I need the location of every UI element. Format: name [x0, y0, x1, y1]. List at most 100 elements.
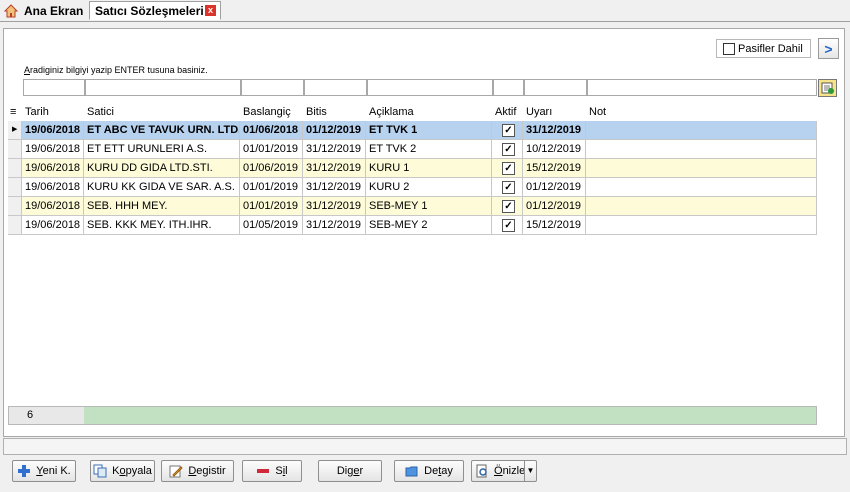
cell-satici[interactable]: ET ETT URUNLERI A.S. [84, 140, 240, 159]
close-tab-icon[interactable]: x [205, 5, 216, 16]
cell-uyari[interactable]: 15/12/2019 [523, 216, 586, 235]
column-chooser-icon[interactable]: ≡ [8, 104, 22, 121]
cell-satici[interactable]: SEB. KKK MEY. ITH.IHR. [84, 216, 240, 235]
table-row[interactable]: 19/06/2018 KURU DD GIDA LTD.STI. 01/06/201… [8, 159, 817, 178]
aktif-checkbox-cell[interactable]: ✓ [492, 197, 523, 216]
cell-satici[interactable]: ET ABC VE TAVUK URN. LTD.ŞTİ [84, 121, 240, 140]
column-header-satici[interactable]: Satici [84, 104, 240, 121]
cell-bitis[interactable]: 31/12/2019 [303, 159, 366, 178]
cell-tarih[interactable]: 19/06/2018 [22, 159, 84, 178]
button-label-pre: Dig [336, 465, 354, 477]
cell-tarih[interactable]: 19/06/2018 [22, 140, 84, 159]
cell-bitis[interactable]: 31/12/2019 [303, 140, 366, 159]
row-indicator[interactable] [8, 216, 22, 235]
cell-not[interactable] [586, 121, 817, 140]
filter-baslangic-input[interactable] [241, 79, 304, 96]
cell-not[interactable] [586, 159, 817, 178]
checkbox-box[interactable] [723, 42, 735, 55]
aktif-checkbox-cell[interactable]: ✓ [492, 140, 523, 159]
checkmark-icon[interactable]: ✓ [502, 200, 515, 213]
cell-tarih[interactable]: 19/06/2018 [22, 121, 84, 140]
row-indicator[interactable] [8, 140, 22, 159]
column-header-aktif[interactable]: Aktif [492, 104, 523, 121]
aktif-checkbox-cell[interactable]: ✓ [492, 216, 523, 235]
cell-tarih[interactable]: 19/06/2018 [22, 197, 84, 216]
cell-tarih[interactable]: 19/06/2018 [22, 178, 84, 197]
degistir-button[interactable]: Degistir [161, 460, 234, 482]
column-header-bitis[interactable]: Bitis [303, 104, 366, 121]
row-indicator[interactable] [8, 197, 22, 216]
checkmark-icon[interactable]: ✓ [502, 124, 515, 137]
cell-baslangic[interactable]: 01/01/2019 [240, 140, 303, 159]
cell-aciklama[interactable]: KURU 2 [366, 178, 492, 197]
cell-aciklama[interactable]: ET TVK 1 [366, 121, 492, 140]
cell-baslangic[interactable]: 01/05/2019 [240, 216, 303, 235]
row-indicator[interactable] [8, 178, 22, 197]
cell-bitis[interactable]: 01/12/2019 [303, 121, 366, 140]
cell-not[interactable] [586, 140, 817, 159]
cell-satici[interactable]: SEB. HHH MEY. [84, 197, 240, 216]
aktif-checkbox-cell[interactable]: ✓ [492, 121, 523, 140]
dropdown-arrow-icon[interactable]: ▼ [524, 461, 536, 481]
row-indicator[interactable]: ▶ [8, 121, 22, 140]
column-header-tarih[interactable]: Tarih [22, 104, 84, 121]
cell-bitis[interactable]: 31/12/2019 [303, 197, 366, 216]
table-row[interactable]: 19/06/2018 ET ETT URUNLERI A.S. 01/01/2019… [8, 140, 817, 159]
checkmark-icon[interactable]: ✓ [502, 181, 515, 194]
cell-baslangic[interactable]: 01/06/2018 [240, 121, 303, 140]
cell-uyari[interactable]: 01/12/2019 [523, 178, 586, 197]
detay-button[interactable]: Detay [394, 460, 464, 482]
cell-uyari[interactable]: 10/12/2019 [523, 140, 586, 159]
yeni-button[interactable]: Yeni K. [12, 460, 76, 482]
sil-button[interactable]: Sil [242, 460, 302, 482]
cell-satici[interactable]: KURU KK GIDA VE SAR. A.S. [84, 178, 240, 197]
column-header-baslangic[interactable]: Baslangiç [240, 104, 303, 121]
filter-apply-button[interactable] [818, 79, 837, 97]
row-indicator[interactable] [8, 159, 22, 178]
column-header-aciklama[interactable]: Açiklama [366, 104, 492, 121]
cell-aciklama[interactable]: SEB-MEY 1 [366, 197, 492, 216]
cell-aciklama[interactable]: KURU 1 [366, 159, 492, 178]
kopyala-button[interactable]: Kopyala [90, 460, 155, 482]
cell-uyari[interactable]: 31/12/2019 [523, 121, 586, 140]
next-button[interactable]: > [818, 38, 839, 59]
cell-uyari[interactable]: 01/12/2019 [523, 197, 586, 216]
filter-tarih-input[interactable] [23, 79, 85, 96]
filter-uyari-input[interactable] [524, 79, 587, 96]
cell-uyari[interactable]: 15/12/2019 [523, 159, 586, 178]
checkmark-icon[interactable]: ✓ [502, 143, 515, 156]
aktif-checkbox-cell[interactable]: ✓ [492, 178, 523, 197]
diger-button[interactable]: Diger [318, 460, 382, 482]
cell-satici[interactable]: KURU DD GIDA LTD.STI. [84, 159, 240, 178]
cell-bitis[interactable]: 31/12/2019 [303, 178, 366, 197]
cell-not[interactable] [586, 197, 817, 216]
table-row[interactable]: ▶19/06/2018ET ABC VE TAVUK URN. LTD.ŞTİ0… [8, 121, 817, 140]
checkmark-icon[interactable]: ✓ [502, 219, 515, 232]
filter-aciklama-input[interactable] [367, 79, 493, 96]
cell-baslangic[interactable]: 01/01/2019 [240, 178, 303, 197]
filter-aktif-input[interactable] [493, 79, 524, 96]
tab-satici-sozlesmeleri[interactable]: Satıcı Sözleşmeleri x [89, 1, 221, 20]
filter-bitis-input[interactable] [304, 79, 367, 96]
filter-not-input[interactable] [587, 79, 817, 96]
filter-satici-input[interactable] [85, 79, 241, 96]
cell-not[interactable] [586, 216, 817, 235]
column-header-not[interactable]: Not [586, 104, 817, 121]
cell-not[interactable] [586, 178, 817, 197]
pasifler-dahil-checkbox[interactable]: Pasifler Dahil [716, 39, 811, 58]
table-row[interactable]: 19/06/2018 SEB. KKK MEY. ITH.IHR. 01/05/20… [8, 216, 817, 235]
cell-aciklama[interactable]: ET TVK 2 [366, 140, 492, 159]
button-label-rest: eni K. [42, 465, 71, 477]
checkmark-icon[interactable]: ✓ [502, 162, 515, 175]
cell-baslangic[interactable]: 01/01/2019 [240, 197, 303, 216]
table-row[interactable]: 19/06/2018 SEB. HHH MEY. 01/01/2019 31/12/2… [8, 197, 817, 216]
aktif-checkbox-cell[interactable]: ✓ [492, 159, 523, 178]
cell-tarih[interactable]: 19/06/2018 [22, 216, 84, 235]
onizle-button[interactable]: Önizle ▼ [471, 460, 537, 482]
cell-bitis[interactable]: 31/12/2019 [303, 216, 366, 235]
column-header-uyari[interactable]: Uyarı [523, 104, 586, 121]
table-row[interactable]: 19/06/2018 KURU KK GIDA VE SAR. A.S. 01/01… [8, 178, 817, 197]
tab-home[interactable]: Ana Ekran [3, 1, 89, 20]
cell-aciklama[interactable]: SEB-MEY 2 [366, 216, 492, 235]
cell-baslangic[interactable]: 01/06/2019 [240, 159, 303, 178]
